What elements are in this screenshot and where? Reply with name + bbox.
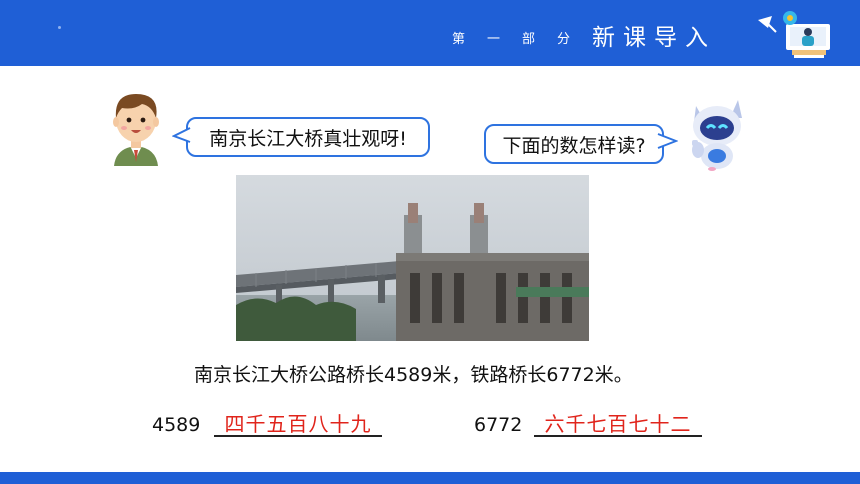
bridge-length-sentence: 南京长江大桥公路桥长4589米，铁路桥长6772米。	[194, 364, 633, 386]
answer-line-6772	[534, 435, 702, 437]
boy-avatar	[113, 94, 159, 166]
header-bar: 第一部分 新课导入	[0, 0, 860, 66]
teacher-computer-icon	[758, 11, 830, 58]
answer-4589: 四千五百八十九	[224, 412, 372, 436]
header-dot	[58, 26, 61, 29]
boy-bubble-tail	[172, 127, 191, 143]
robot-speech-text: 下面的数怎样读?	[502, 134, 646, 157]
answer-6772: 六千七百七十二	[544, 412, 692, 436]
robot-bubble-tail	[657, 133, 678, 149]
number-4589: 4589	[152, 414, 201, 436]
robot-speech-bubble: 下面的数怎样读?	[484, 124, 664, 164]
section-title: 新课导入	[592, 25, 716, 51]
bridge-illustration	[236, 175, 589, 341]
number-6772: 6772	[474, 414, 523, 436]
footer-bar	[0, 472, 860, 484]
boy-speech-bubble: 南京长江大桥真壮观呀!	[186, 117, 430, 157]
boy-speech-text: 南京长江大桥真壮观呀!	[209, 127, 407, 150]
answer-line-4589	[214, 435, 382, 437]
robot-avatar	[692, 100, 742, 171]
section-part-label: 第一部分	[452, 32, 593, 47]
nanjing-bridge-photo	[236, 175, 589, 341]
